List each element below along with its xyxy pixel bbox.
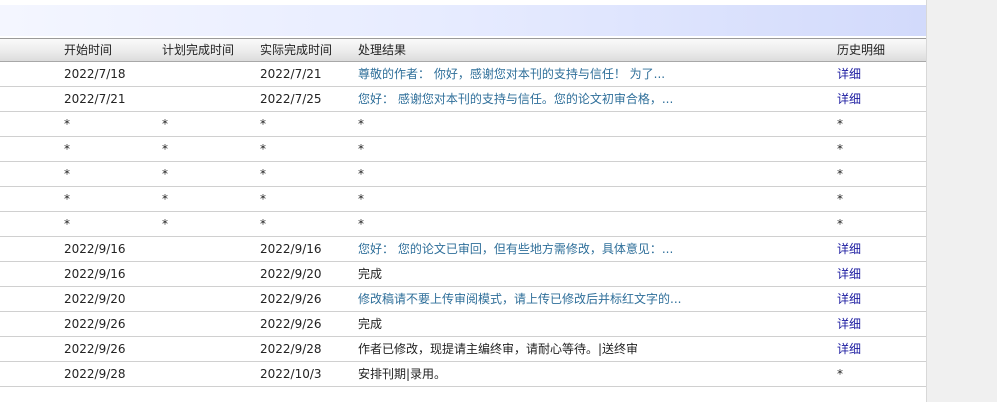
cell-start-time: 2022/9/28	[64, 367, 126, 381]
top-banner	[0, 5, 926, 36]
cell-actual-completion: 2022/9/26	[260, 317, 322, 331]
cell-actual-completion: *	[260, 217, 266, 231]
table-header: 开始时间 计划完成时间 实际完成时间 处理结果 历史明细	[0, 38, 926, 62]
cell-result: *	[358, 217, 364, 231]
table-row: * * * * *	[0, 137, 926, 162]
cell-start-time: 2022/9/20	[64, 292, 126, 306]
table-row: 2022/7/21 2022/7/25 您好： 感谢您对本刊的支持与信任。您的论文初…	[0, 87, 926, 112]
table-row: * * * * *	[0, 112, 926, 137]
cell-start-time: 2022/9/16	[64, 267, 126, 281]
table-row: 2022/9/16 2022/9/20 完成 详细	[0, 262, 926, 287]
cell-planned-completion	[162, 287, 254, 311]
cell-actual-completion: 2022/9/26	[260, 292, 322, 306]
history-detail-link[interactable]: 详细	[837, 337, 917, 361]
cell-start-time: *	[64, 117, 70, 131]
cell-actual-completion: 2022/7/25	[260, 92, 322, 106]
cell-history: *	[837, 142, 843, 156]
table-row: * * * * *	[0, 212, 926, 237]
cell-planned-completion	[162, 62, 254, 86]
history-detail-link[interactable]: 详细	[837, 237, 917, 261]
cell-result: *	[358, 142, 364, 156]
cell-planned-completion	[162, 237, 254, 261]
cell-planned-completion	[162, 362, 254, 386]
cell-planned-completion	[162, 337, 254, 361]
cell-start-time: 2022/9/26	[64, 317, 126, 331]
result-link[interactable]: 尊敬的作者： 你好，感谢您对本刊的支持与信任！ 为了...	[358, 62, 688, 86]
table-row: * * * * *	[0, 162, 926, 187]
history-detail-link[interactable]: 详细	[837, 312, 917, 336]
cell-actual-completion: 2022/9/16	[260, 242, 322, 256]
cell-planned-completion: *	[162, 167, 168, 181]
cell-start-time: *	[64, 192, 70, 206]
cell-start-time: *	[64, 142, 70, 156]
table-row: 2022/9/28 2022/10/3 安排刊期|录用。 *	[0, 362, 926, 387]
cell-start-time: 2022/7/18	[64, 67, 126, 81]
header-actual-completion: 实际完成时间	[260, 43, 333, 57]
table-row: 2022/9/20 2022/9/26 修改稿请不要上传审阅模式，请上传已修改后并标…	[0, 287, 926, 312]
cell-actual-completion: *	[260, 142, 266, 156]
cell-start-time: 2022/9/16	[64, 242, 126, 256]
cell-actual-completion: 2022/9/20	[260, 267, 322, 281]
header-history: 历史明细	[837, 43, 886, 57]
history-detail-link[interactable]: 详细	[837, 62, 917, 86]
cell-actual-completion: *	[260, 192, 266, 206]
header-start-time: 开始时间	[64, 43, 113, 57]
cell-result: *	[358, 167, 364, 181]
cell-result: *	[358, 117, 364, 131]
cell-history: *	[837, 167, 843, 181]
cell-history: *	[837, 367, 843, 381]
table-row: 2022/7/18 2022/7/21 尊敬的作者： 你好，感谢您对本刊的支持与信任…	[0, 62, 926, 87]
cell-start-time: 2022/7/21	[64, 92, 126, 106]
cell-history: *	[837, 192, 843, 206]
header-result: 处理结果	[358, 43, 407, 57]
table-row: 2022/9/26 2022/9/26 完成 详细	[0, 312, 926, 337]
result-link[interactable]: 修改稿请不要上传审阅模式，请上传已修改后并标红文字的...	[358, 287, 688, 311]
result-link[interactable]: 您好： 感谢您对本刊的支持与信任。您的论文初审合格，...	[358, 87, 688, 111]
cell-start-time: *	[64, 217, 70, 231]
cell-planned-completion	[162, 262, 254, 286]
cell-history: *	[837, 117, 843, 131]
cell-actual-completion: *	[260, 117, 266, 131]
cell-planned-completion: *	[162, 217, 168, 231]
cell-planned-completion: *	[162, 142, 168, 156]
cell-start-time: 2022/9/26	[64, 342, 126, 356]
cell-planned-completion	[162, 312, 254, 336]
cell-result: 作者已修改，现提请主编终审，请耐心等待。|送终审	[358, 342, 639, 356]
cell-start-time: *	[64, 167, 70, 181]
history-detail-link[interactable]: 详细	[837, 87, 917, 111]
cell-planned-completion: *	[162, 192, 168, 206]
cell-history: *	[837, 217, 843, 231]
table-row: * * * * *	[0, 187, 926, 212]
cell-result: 安排刊期|录用。	[358, 367, 447, 381]
history-detail-link[interactable]: 详细	[837, 287, 917, 311]
cell-result: *	[358, 192, 364, 206]
table-body: 2022/7/18 2022/7/21 尊敬的作者： 你好，感谢您对本刊的支持与信任…	[0, 62, 926, 387]
cell-actual-completion: 2022/10/3	[260, 367, 322, 381]
right-margin-panel	[926, 0, 997, 402]
cell-actual-completion: 2022/9/28	[260, 342, 322, 356]
cell-actual-completion: 2022/7/21	[260, 67, 322, 81]
history-detail-link[interactable]: 详细	[837, 262, 917, 286]
cell-planned-completion: *	[162, 117, 168, 131]
result-link[interactable]: 您好： 您的论文已审回，但有些地方需修改，具体意见：...	[358, 237, 688, 261]
cell-actual-completion: *	[260, 167, 266, 181]
cell-result: 完成	[358, 317, 383, 331]
cell-result: 完成	[358, 267, 383, 281]
cell-planned-completion	[162, 87, 254, 111]
table-row: 2022/9/26 2022/9/28 作者已修改，现提请主编终审，请耐心等待。|送…	[0, 337, 926, 362]
header-planned-completion: 计划完成时间	[162, 43, 235, 57]
table-row: 2022/9/16 2022/9/16 您好： 您的论文已审回，但有些地方需修改，具…	[0, 237, 926, 262]
